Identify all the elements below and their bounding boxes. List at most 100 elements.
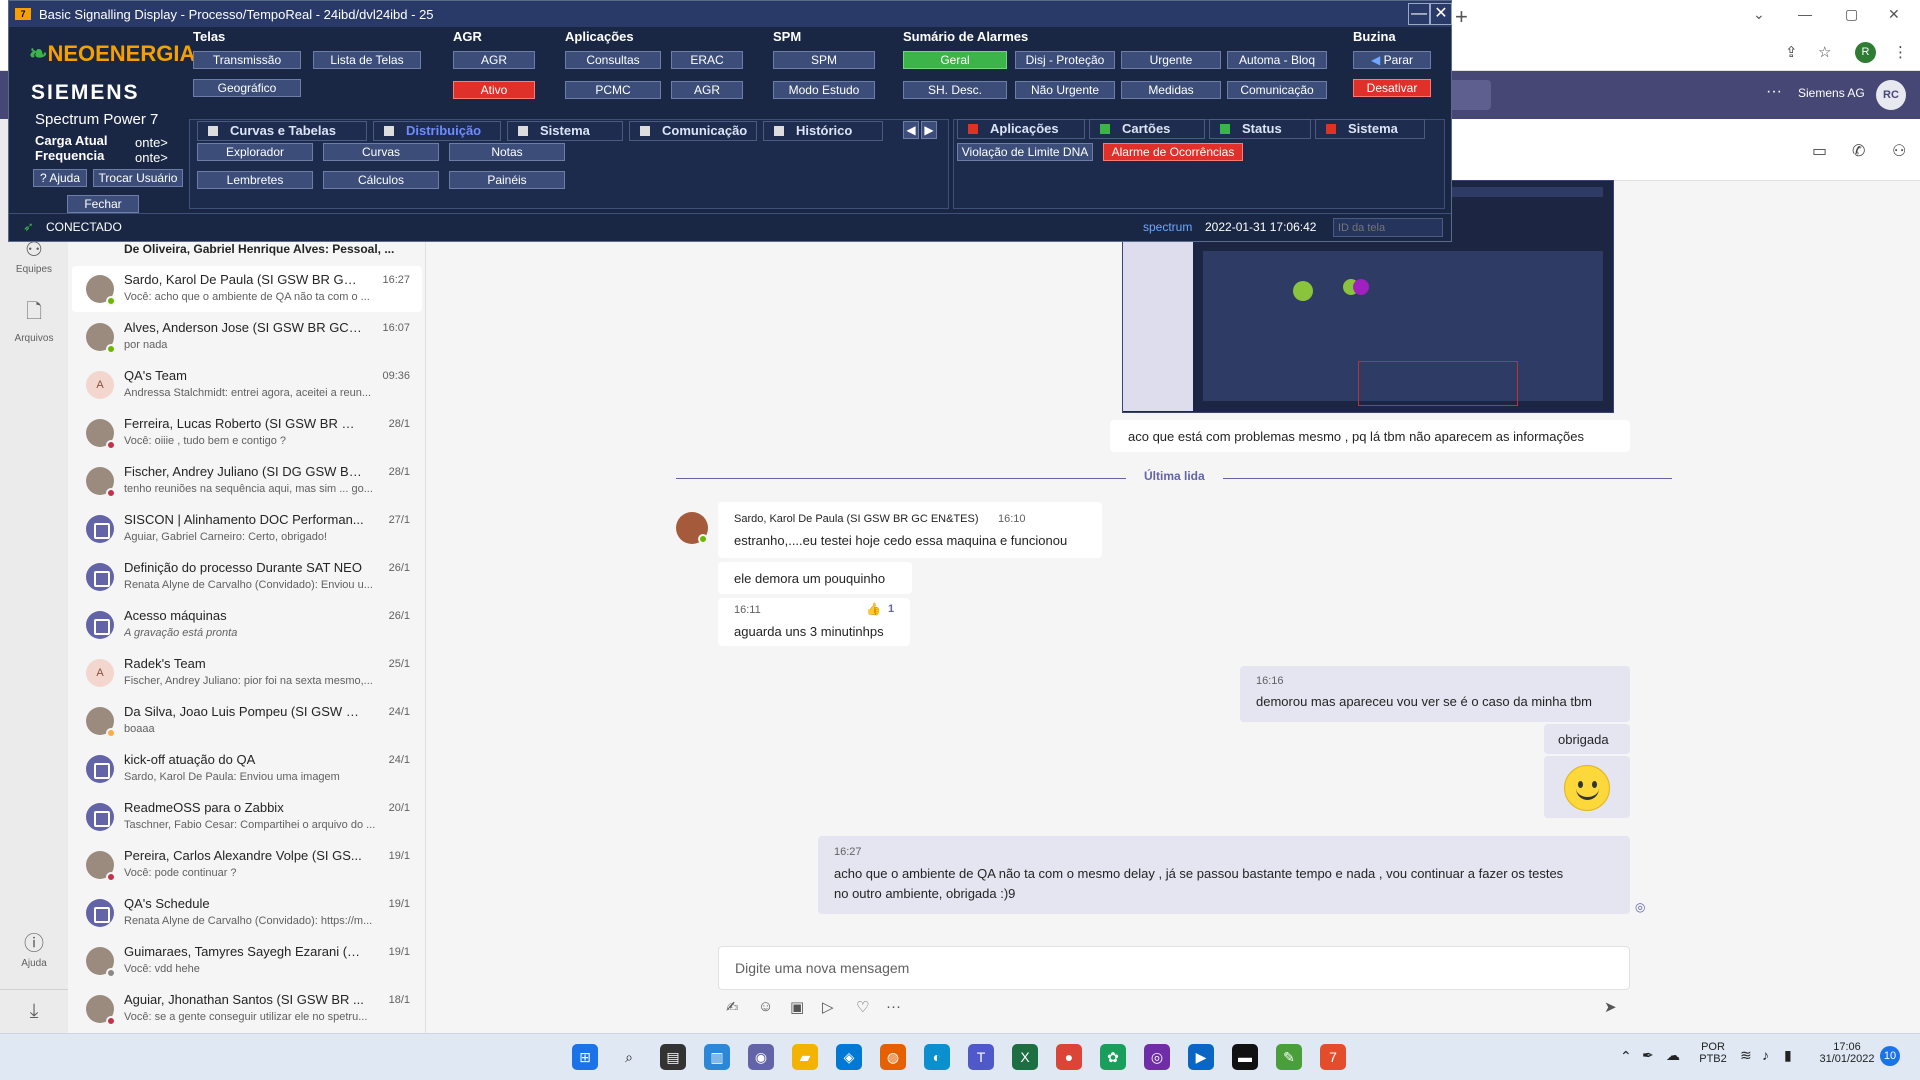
new-tab-button[interactable]: + <box>1455 4 1468 30</box>
chat-list-item[interactable]: Guimaraes, Tamyres Sayegh Ezarani (ex...… <box>72 938 422 984</box>
geografico-button[interactable]: Geográfico <box>193 79 301 97</box>
desativar-button[interactable]: Desativar <box>1353 79 1431 97</box>
app-icon[interactable]: ◈ <box>836 1044 862 1070</box>
tab-1[interactable]: Curvas e Tabelas <box>197 121 367 141</box>
ativo-button[interactable]: Ativo <box>453 81 535 99</box>
chrome-icon[interactable]: ● <box>1056 1044 1082 1070</box>
app-bar-teams[interactable]: ⚇ Equipes <box>0 237 68 275</box>
chat-truncated-item[interactable]: De Oliveira, Gabriel Henrique Alves: Pes… <box>124 242 394 256</box>
agr-app-button[interactable]: AGR <box>671 81 743 99</box>
tray-chevron-icon[interactable]: ⌃ <box>1620 1048 1632 1065</box>
lista-telas-button[interactable]: Lista de Telas <box>313 51 421 69</box>
tab-5[interactable]: Histórico <box>763 121 883 141</box>
help-button[interactable]: ? Ajuda <box>33 169 87 187</box>
spm-button[interactable]: SPM <box>773 51 875 69</box>
chat-list-item[interactable]: Ferreira, Lucas Roberto (SI GSW BR GC ..… <box>72 410 422 456</box>
chat-list-item[interactable]: Fischer, Andrey Juliano (SI DG GSW BR ..… <box>72 458 422 504</box>
teams-taskbar-icon[interactable]: T <box>968 1044 994 1070</box>
calculos-button[interactable]: Cálculos <box>323 171 439 189</box>
tab-4[interactable]: Comunicação <box>629 121 757 141</box>
chat-list-item[interactable]: Aguiar, Jhonathan Santos (SI GSW BR ... 1… <box>72 986 422 1032</box>
chat-list-item[interactable]: A Radek's Team 25/1 Fischer, Andrey Juliano… <box>72 650 422 696</box>
volume-icon[interactable]: ♪ <box>1762 1047 1769 1063</box>
add-people-icon[interactable]: ⚇ <box>1892 141 1906 161</box>
firefox-icon[interactable]: ◍ <box>880 1044 906 1070</box>
app-bar-files[interactable]: 🗋 Arquivos <box>0 297 68 344</box>
lembretes-button[interactable]: Lembretes <box>197 171 313 189</box>
language-indicator[interactable]: POR PTB2 <box>1696 1041 1730 1065</box>
curvas-button[interactable]: Curvas <box>323 143 439 161</box>
minimize-button[interactable]: — <box>1798 6 1812 22</box>
chat-list-item[interactable]: Acesso máquinas 26/1 A gravação está pront… <box>72 602 422 648</box>
thumbs-up-icon[interactable]: 👍 <box>866 602 881 616</box>
media-icon[interactable]: ▶ <box>1188 1044 1214 1070</box>
parar-button[interactable]: ◀ Parar <box>1353 51 1431 69</box>
alarme-ocorrencias-button[interactable]: Alarme de Ocorrências <box>1103 143 1243 161</box>
search-icon[interactable]: ⌕ <box>616 1044 642 1070</box>
sh-desc-button[interactable]: SH. Desc. <box>903 81 1007 99</box>
meet-now-icon[interactable]: ▷ <box>822 998 834 1016</box>
alarm-tab-2[interactable]: Cartões <box>1089 119 1205 139</box>
clock[interactable]: 17:06 31/01/2022 <box>1812 1041 1882 1065</box>
chat-list-item[interactable]: Pereira, Carlos Alexandre Volpe (SI GS..… <box>72 842 422 888</box>
paineis-button[interactable]: Painéis <box>449 171 565 189</box>
format-icon[interactable]: ✍ <box>726 998 739 1016</box>
wifi-icon[interactable]: ≋ <box>1740 1047 1752 1064</box>
urgente-button[interactable]: Urgente <box>1121 51 1221 69</box>
chat-list-item[interactable]: QA's Schedule 19/1 Renata Alyne de Carvalh… <box>72 890 422 936</box>
praise-icon[interactable]: ♡ <box>856 998 869 1016</box>
more-options-icon[interactable]: ··· <box>1766 83 1782 101</box>
chat-list-item[interactable]: A QA's Team 09:36 Andressa Stalchmidt: entr… <box>72 362 422 408</box>
chat-list-item[interactable]: Da Silva, Joao Luis Pompeu (SI GSW BR...… <box>72 698 422 744</box>
medidas-button[interactable]: Medidas <box>1121 81 1221 99</box>
tab-next-icon[interactable]: ▶ <box>921 121 937 139</box>
restore-button[interactable]: ▢ <box>1845 6 1858 23</box>
widgets-icon[interactable]: ▥ <box>704 1044 730 1070</box>
alarm-tab-1[interactable]: Aplicações <box>957 119 1085 139</box>
cloud-icon[interactable]: ☁ <box>1666 1047 1680 1064</box>
user-avatar[interactable]: RC <box>1876 80 1906 110</box>
tab-prev-icon[interactable]: ◀ <box>903 121 919 139</box>
chat-list-item[interactable]: ReadmeOSS para o Zabbix 20/1 Taschner, Fab… <box>72 794 422 840</box>
active-app-icon[interactable]: ✿ <box>1100 1044 1126 1070</box>
pen-icon[interactable]: ✒ <box>1642 1047 1654 1064</box>
minimize-button[interactable]: — <box>1408 3 1430 25</box>
profile-avatar[interactable]: R <box>1855 42 1876 63</box>
task-view-icon[interactable]: ▤ <box>660 1044 686 1070</box>
terminal-icon[interactable]: ▬ <box>1232 1044 1258 1070</box>
disj-protecao-button[interactable]: Disj - Proteção <box>1015 51 1115 69</box>
explorador-button[interactable]: Explorador <box>197 143 313 161</box>
spectrum-icon[interactable]: 7 <box>1320 1044 1346 1070</box>
alarm-tab-3[interactable]: Status <box>1209 119 1311 139</box>
emoji-icon[interactable]: ☺ <box>758 998 773 1015</box>
send-icon[interactable]: ➤ <box>1604 998 1617 1016</box>
geral-alarm-button[interactable]: Geral <box>903 51 1007 69</box>
nao-urgente-button[interactable]: Não Urgente <box>1015 81 1115 99</box>
excel-icon[interactable]: X <box>1012 1044 1038 1070</box>
chevron-down-icon[interactable]: ⌄ <box>1753 6 1765 23</box>
download-button[interactable]: ⤓ <box>0 989 68 1029</box>
audio-call-icon[interactable]: ✆ <box>1852 141 1865 161</box>
transmissao-button[interactable]: Transmissão <box>193 51 301 69</box>
chat-list-item[interactable]: kick-off atuação do QA 24/1 Sardo, Karol D… <box>72 746 422 792</box>
close-button[interactable]: ✕ <box>1430 3 1452 25</box>
tab-3[interactable]: Sistema <box>507 121 623 141</box>
app-bar-help[interactable]: ⓘ Ajuda <box>0 927 68 969</box>
chat-list-item[interactable]: SISCON | Alinhamento DOC Performan... 27/… <box>72 506 422 552</box>
share-icon[interactable]: ⇪ <box>1785 43 1798 61</box>
more-tools-icon[interactable]: ··· <box>886 998 901 1015</box>
violacao-limite-button[interactable]: Violação de Limite DNA <box>957 143 1093 161</box>
alarm-tab-4[interactable]: Sistema <box>1315 119 1425 139</box>
chat-list-item[interactable]: Definição do processo Durante SAT NEO 26/… <box>72 554 422 600</box>
agr-button[interactable]: AGR <box>453 51 535 69</box>
notas-button[interactable]: Notas <box>449 143 565 161</box>
chat-list-item[interactable]: Sardo, Karol De Paula (SI GSW BR GC ... 1… <box>72 266 422 312</box>
notification-badge[interactable]: 10 <box>1880 1046 1900 1066</box>
start-icon[interactable]: ⊞ <box>572 1044 598 1070</box>
star-icon[interactable]: ☆ <box>1818 43 1831 61</box>
compose-box[interactable]: Digite uma nova mensagem <box>718 946 1630 990</box>
chat-list-item[interactable]: Alves, Anderson Jose (SI GSW BR GC E... 1… <box>72 314 422 360</box>
erac-button[interactable]: ERAC <box>671 51 743 69</box>
app-icon[interactable]: ◎ <box>1144 1044 1170 1070</box>
modo-estudo-button[interactable]: Modo Estudo <box>773 81 875 99</box>
